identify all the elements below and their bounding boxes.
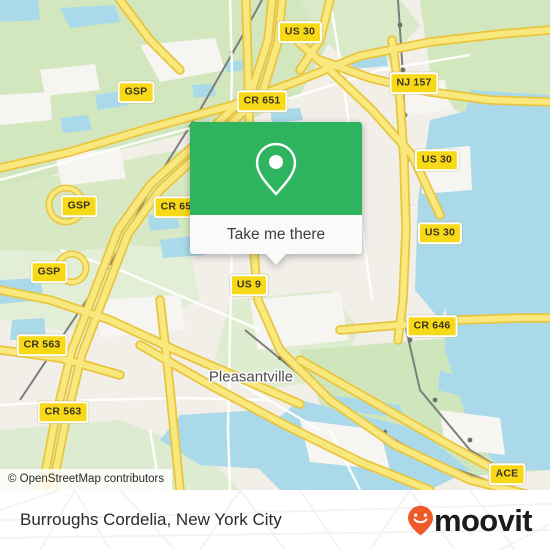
highway-shield-us-9[interactable]: US 9	[229, 274, 269, 296]
place-label-pleasantville: Pleasantville	[208, 368, 294, 386]
highway-shield-cr-646[interactable]: CR 646	[406, 315, 458, 337]
map-pin-icon	[255, 142, 297, 196]
popup-header	[190, 122, 362, 215]
highway-shield-cr-651[interactable]: CR 651	[236, 90, 288, 112]
page-title: Burroughs Cordelia, New York City	[20, 510, 282, 529]
openstreetmap-attribution[interactable]: © OpenStreetMap contributors	[0, 469, 173, 490]
highway-shield-gsp-mid[interactable]: GSP	[60, 195, 98, 217]
highway-shield-us-30-north[interactable]: US 30	[277, 21, 323, 43]
highway-shield-cr-563-upper[interactable]: CR 563	[16, 334, 68, 356]
moovit-smiling-pin-icon	[407, 505, 433, 535]
popup-pointer	[265, 253, 287, 265]
screenshot-root: Pleasantville US 30 NJ 157 GSP CR 651 US…	[0, 0, 550, 550]
highway-shield-us-30-mid[interactable]: US 30	[414, 149, 460, 171]
highway-shield-us-30-south[interactable]: US 30	[417, 222, 463, 244]
take-me-there-button[interactable]: Take me there	[190, 215, 362, 254]
moovit-logo[interactable]: moovit	[407, 502, 533, 538]
map-canvas[interactable]: Pleasantville US 30 NJ 157 GSP CR 651 US…	[0, 0, 550, 490]
highway-shield-cr-563-lower[interactable]: CR 563	[37, 401, 89, 423]
destination-popup-card[interactable]: Take me there	[190, 122, 362, 265]
highway-shield-gsp-north[interactable]: GSP	[117, 81, 155, 103]
footer-bar: Burroughs Cordelia, New York City moovit	[0, 490, 550, 550]
highway-shield-nj-157[interactable]: NJ 157	[389, 72, 439, 94]
highway-shield-gsp-south[interactable]: GSP	[30, 261, 68, 283]
moovit-wordmark: moovit	[433, 502, 533, 538]
highway-shield-ace[interactable]: ACE	[488, 463, 526, 485]
